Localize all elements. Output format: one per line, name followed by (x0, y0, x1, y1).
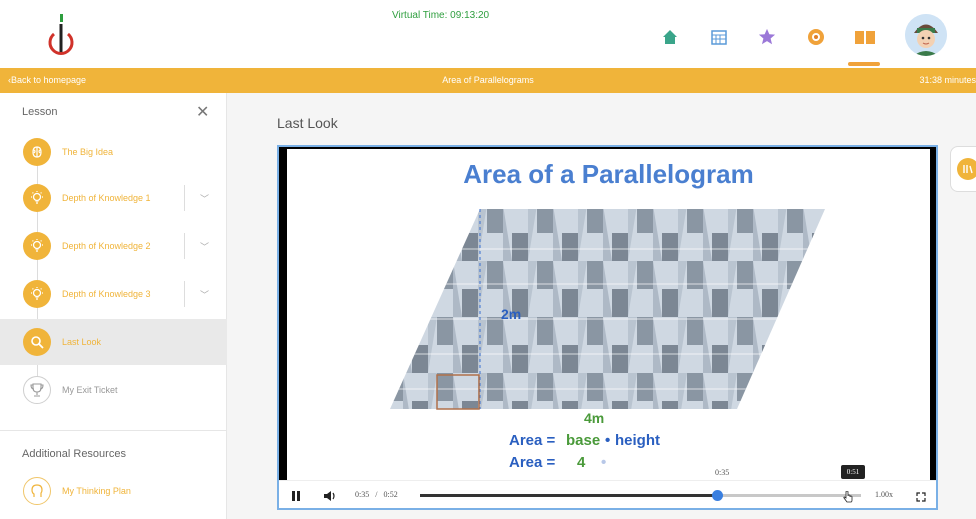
section-title: Last Look (277, 115, 338, 131)
resource-item-label: My Thinking Plan (62, 486, 131, 496)
lesson-item-label: My Exit Ticket (62, 385, 118, 395)
time-remaining: 31:38 minutes (919, 75, 976, 85)
volume-icon[interactable] (323, 489, 337, 507)
additional-resources-heading: Additional Resources (22, 448, 126, 460)
calendar-icon[interactable] (707, 22, 731, 52)
star-icon[interactable] (755, 22, 779, 52)
lesson-item-label: Depth of Knowledge 3 (62, 289, 151, 299)
pause-icon[interactable] (291, 489, 301, 507)
video-frame: Area of a Parallelogram 2m 4m Area = bas… (287, 149, 930, 480)
side-panel-tab[interactable] (950, 146, 976, 192)
divider (0, 430, 227, 431)
badge-icon[interactable] (804, 22, 828, 52)
brain-icon (23, 138, 51, 166)
formula-area-label-1: Area = (509, 432, 556, 449)
formula-height-label: height (615, 432, 660, 449)
seek-handle[interactable] (711, 490, 723, 501)
video-player[interactable]: Area of a Parallelogram 2m 4m Area = bas… (277, 145, 938, 510)
lesson-item-last-look[interactable]: Last Look (0, 319, 227, 365)
head-icon (23, 477, 51, 505)
duration: 0:52 (383, 490, 398, 499)
chevron-down-icon[interactable]: ﹀ (200, 240, 209, 253)
home-icon[interactable] (658, 22, 682, 52)
chevron-down-icon[interactable]: ﹀ (200, 288, 209, 301)
hover-time-label: 0:35 (715, 468, 730, 477)
lesson-item-dok-2[interactable]: Depth of Knowledge 2 ﹀ (0, 223, 227, 269)
formula-area-label-2: Area = (509, 454, 556, 471)
parallelogram-figure: 2m 4m Area = base • height Area = 4 • (390, 209, 825, 471)
divider (184, 233, 185, 259)
lesson-item-big-idea[interactable]: The Big Idea (0, 129, 227, 175)
divider (184, 185, 185, 211)
close-icon[interactable]: ✕ (196, 102, 209, 122)
lesson-title: Area of Parallelograms (442, 75, 534, 85)
video-controls: 0:35 / 0:52 1.00x (279, 480, 936, 508)
lesson-header-bar: ‹Back to homepage Area of Parallelograms… (0, 68, 976, 93)
lightbulb-icon (23, 232, 51, 260)
lesson-item-exit-ticket[interactable]: My Exit Ticket (0, 367, 227, 413)
book-icon[interactable] (852, 22, 878, 52)
fullscreen-icon[interactable] (916, 489, 926, 507)
lesson-item-label: The Big Idea (62, 147, 114, 157)
lesson-item-label: Last Look (62, 337, 102, 347)
height-label: 2m (501, 306, 521, 322)
formula-value: 4 (577, 454, 586, 471)
seek-tooltip: 0:51 (841, 465, 865, 479)
lesson-item-label: Depth of Knowledge 2 (62, 241, 151, 251)
formula-dot-2: • (601, 454, 606, 471)
lightbulb-icon (23, 280, 51, 308)
lesson-item-dok-1[interactable]: Depth of Knowledge 1 ﹀ (0, 175, 227, 221)
resource-item-thinking-plan[interactable]: My Thinking Plan (0, 468, 227, 514)
top-bar: Virtual Time: 09:13:20 (0, 0, 976, 68)
active-nav-indicator (848, 62, 880, 66)
trophy-icon (23, 376, 51, 404)
playback-rate[interactable]: 1.00x (875, 490, 893, 499)
seek-bar-fill (420, 494, 717, 497)
lesson-heading: Lesson (22, 106, 58, 118)
lightbulb-icon (23, 184, 51, 212)
base-label: 4m (584, 410, 604, 426)
magnifier-icon (23, 328, 51, 356)
lesson-item-dok-3[interactable]: Depth of Knowledge 3 ﹀ (0, 271, 227, 317)
current-time: 0:35 (355, 490, 370, 499)
lesson-item-label: Depth of Knowledge 1 (62, 193, 151, 203)
time-display: 0:35 / 0:52 (355, 490, 398, 499)
divider (184, 281, 185, 307)
cursor-hand-icon (843, 490, 853, 508)
formula-base-label: base (566, 432, 600, 449)
chevron-down-icon[interactable]: ﹀ (200, 192, 209, 205)
avatar[interactable] (905, 14, 947, 56)
app-logo[interactable] (44, 14, 78, 58)
bookshelf-icon (957, 158, 976, 180)
formula-dot-1: • (605, 432, 610, 449)
time-separator: / (375, 490, 378, 499)
lesson-sidebar: Lesson ✕ The Big Idea Depth of Knowledge… (0, 93, 227, 519)
seek-bar[interactable] (420, 490, 861, 501)
virtual-time: Virtual Time: 09:13:20 (392, 10, 490, 21)
